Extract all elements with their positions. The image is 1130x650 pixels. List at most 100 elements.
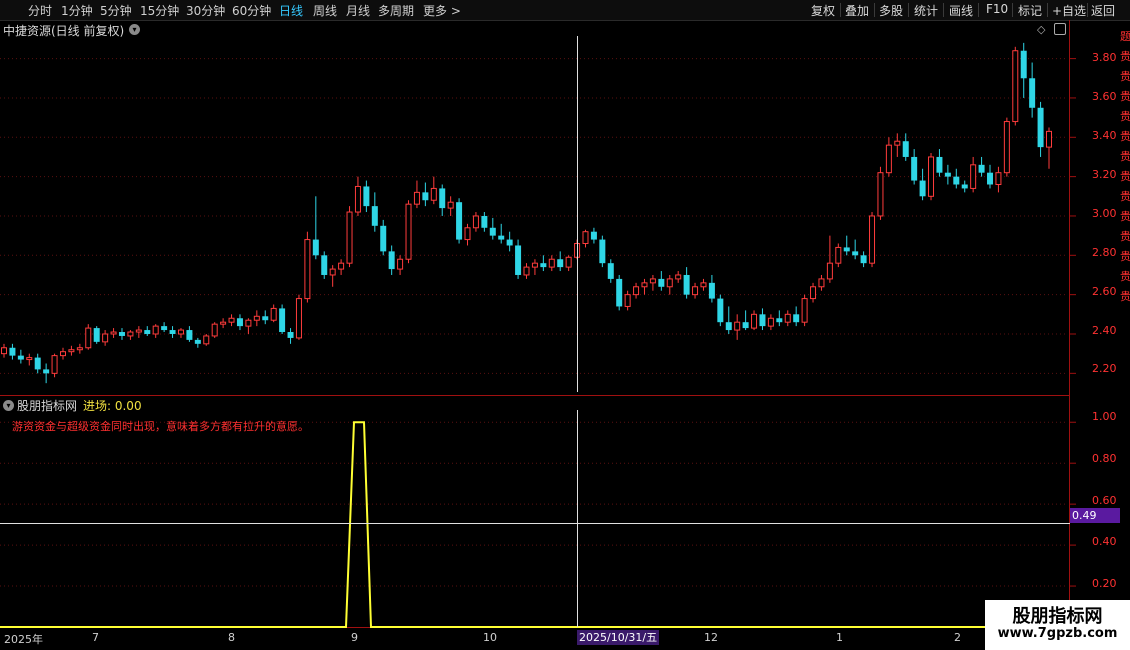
- side-strip-char: 贵: [1120, 270, 1130, 283]
- candle-down: [978, 164, 985, 173]
- side-strip-char: 贵: [1120, 290, 1130, 303]
- candle-up: [885, 144, 892, 174]
- candle-up: [220, 321, 227, 325]
- candle-up: [295, 298, 302, 339]
- candle-up: [26, 357, 33, 361]
- candle-down: [860, 255, 867, 264]
- candle-down: [287, 332, 294, 338]
- candle-up: [801, 298, 808, 323]
- side-strip-char: 题: [1120, 30, 1130, 43]
- candle-up: [810, 286, 817, 300]
- candle-down: [161, 326, 168, 331]
- candle-down: [936, 156, 943, 173]
- candle-down: [953, 176, 960, 185]
- indicator-name[interactable]: 股朋指标网: [17, 397, 77, 414]
- candle-up: [397, 258, 404, 270]
- candle-up: [245, 319, 252, 327]
- date-tick: 12: [704, 631, 718, 644]
- candle-up: [76, 347, 83, 351]
- candle-down: [1037, 107, 1044, 148]
- candle-down: [118, 332, 125, 336]
- candle-down: [683, 274, 690, 295]
- candle-up: [734, 321, 741, 331]
- candle-up: [624, 294, 631, 307]
- candle-down: [194, 339, 201, 344]
- candle-up: [784, 313, 791, 323]
- candle-up: [582, 231, 589, 245]
- candle-down: [599, 239, 606, 264]
- candle-down: [506, 239, 513, 246]
- candle-up: [641, 282, 648, 288]
- side-strip-char: 贵: [1120, 230, 1130, 243]
- candle-down: [312, 239, 319, 256]
- candle-down: [422, 192, 429, 201]
- candle-up: [666, 278, 673, 288]
- candle-down: [616, 278, 623, 307]
- date-tick: 1: [836, 631, 843, 644]
- candle-down: [169, 330, 176, 334]
- candle-series: [1, 42, 1052, 384]
- candle-down: [1020, 50, 1027, 79]
- candle-up: [177, 329, 184, 335]
- kline-chart[interactable]: [0, 0, 1130, 650]
- candle-up: [675, 274, 682, 280]
- date-tick: 10: [483, 631, 497, 644]
- candle-up: [346, 211, 353, 264]
- collapse-icon[interactable]: ▾: [3, 400, 14, 411]
- candle-up: [869, 215, 876, 264]
- side-strip-char: 贵: [1120, 110, 1130, 123]
- date-tick: 2: [954, 631, 961, 644]
- candle-down: [919, 180, 926, 197]
- candle-up: [110, 331, 117, 335]
- candle-down: [557, 259, 564, 268]
- candle-down: [481, 215, 488, 228]
- candle-up: [464, 227, 471, 241]
- candle-up: [565, 256, 572, 268]
- candle-down: [262, 316, 269, 321]
- candle-down: [363, 186, 370, 207]
- candle-up: [995, 172, 1002, 185]
- candle-up: [270, 307, 277, 321]
- date-tick: 9: [351, 631, 358, 644]
- candle-down: [186, 330, 193, 340]
- side-strip-char: 贵: [1120, 70, 1130, 83]
- candle-down: [961, 184, 968, 189]
- side-strip-char: 贵: [1120, 170, 1130, 183]
- candle-up: [818, 278, 825, 288]
- candle-down: [708, 282, 715, 299]
- candle-down: [380, 225, 387, 252]
- candle-up: [203, 335, 210, 345]
- candle-up: [700, 282, 707, 288]
- candle-down: [515, 245, 522, 275]
- candle-up: [127, 331, 134, 337]
- candle-down: [9, 347, 16, 356]
- side-strip-char: 贵: [1120, 90, 1130, 103]
- candle-down: [843, 247, 850, 252]
- candle-up: [928, 156, 935, 197]
- candle-down: [43, 369, 50, 374]
- chart-grid: [0, 20, 1130, 628]
- candle-up: [877, 172, 884, 217]
- candle-down: [17, 355, 24, 360]
- candle-up: [894, 140, 901, 146]
- candle-down: [944, 172, 951, 177]
- indicator-line: [0, 421, 1070, 628]
- candle-up: [1003, 121, 1010, 174]
- candle-up: [633, 286, 640, 296]
- date-tick: 7: [92, 631, 99, 644]
- candle-up: [472, 215, 479, 229]
- candle-up: [430, 187, 437, 201]
- candle-up: [51, 355, 58, 374]
- date-tick: 8: [228, 631, 235, 644]
- candle-down: [93, 328, 100, 342]
- side-strip-char: 贵: [1120, 210, 1130, 223]
- side-strip-char: 贵: [1120, 190, 1130, 203]
- candle-down: [34, 357, 41, 370]
- candle-up: [1012, 50, 1019, 123]
- candle-down: [371, 206, 378, 226]
- candle-down: [590, 231, 597, 240]
- candle-up: [413, 191, 420, 205]
- candle-up: [523, 266, 530, 276]
- candle-up: [329, 268, 336, 276]
- candle-up: [531, 262, 538, 268]
